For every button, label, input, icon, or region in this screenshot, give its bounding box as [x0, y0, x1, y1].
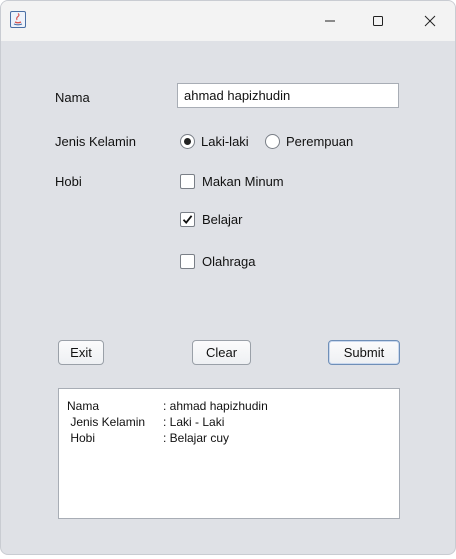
close-icon — [424, 15, 435, 27]
app-window: Nama Jenis Kelamin Laki-laki Perempuan H… — [0, 0, 456, 555]
nama-input[interactable] — [177, 83, 399, 108]
output-value: : Belajar cuy — [163, 431, 230, 445]
checkbox-belajar[interactable]: Belajar — [180, 212, 242, 227]
maximize-button[interactable] — [355, 1, 400, 41]
radio-laki-laki[interactable]: Laki-laki — [180, 134, 249, 149]
checkbox-makan-minum[interactable]: Makan Minum — [180, 174, 284, 189]
checkbox-label-belajar: Belajar — [202, 212, 243, 227]
close-button[interactable] — [407, 1, 452, 41]
output-value: : ahmad hapizhudin — [163, 399, 268, 413]
nama-label: Nama — [55, 90, 90, 105]
hobi-label: Hobi — [55, 174, 82, 189]
output-row-jenis-kelamin: Jenis Kelamin : Laki - Laki — [67, 414, 399, 430]
checkbox-label-makan-minum: Makan Minum — [202, 174, 284, 189]
maximize-icon — [372, 16, 383, 26]
checkbox-box-checked[interactable] — [180, 212, 195, 227]
output-key: Nama — [67, 399, 100, 413]
output-row-nama: Nama : ahmad hapizhudin — [67, 398, 399, 414]
output-text-area[interactable]: Nama : ahmad hapizhudin Jenis Kelamin : … — [58, 388, 400, 519]
checkbox-label-olahraga: Olahraga — [202, 254, 256, 269]
checkbox-box[interactable] — [180, 174, 195, 189]
java-icon — [10, 11, 26, 28]
output-key: Hobi — [67, 431, 96, 445]
exit-button[interactable]: Exit — [58, 340, 104, 365]
radio-label-perempuan: Perempuan — [286, 134, 354, 149]
checkmark-icon — [182, 215, 193, 224]
checkbox-box[interactable] — [180, 254, 195, 269]
submit-button[interactable]: Submit — [328, 340, 400, 365]
radio-label-laki-laki: Laki-laki — [201, 134, 249, 149]
radio-dot — [184, 138, 191, 145]
minimize-button[interactable] — [307, 1, 352, 41]
clear-button[interactable]: Clear — [192, 340, 251, 365]
radio-circle-unselected[interactable] — [265, 134, 280, 149]
title-bar[interactable] — [1, 1, 455, 41]
output-key: Jenis Kelamin — [67, 415, 146, 429]
output-value: : Laki - Laki — [163, 415, 225, 429]
output-row-hobi: Hobi : Belajar cuy — [67, 430, 399, 446]
minimize-icon — [324, 20, 335, 22]
checkbox-olahraga[interactable]: Olahraga — [180, 254, 255, 269]
jenis-kelamin-label: Jenis Kelamin — [55, 134, 136, 149]
radio-circle-selected[interactable] — [180, 134, 195, 149]
radio-perempuan[interactable]: Perempuan — [265, 134, 353, 149]
